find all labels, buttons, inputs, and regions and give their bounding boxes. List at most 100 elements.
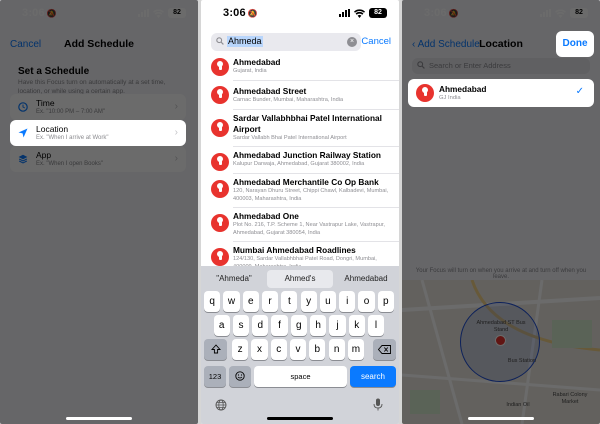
home-indicator: [468, 417, 534, 420]
location-title: Ahmedabad: [439, 84, 487, 94]
map-label: Ahmedabad ST Bus Stand: [476, 320, 526, 333]
divider: [233, 207, 399, 208]
key-q[interactable]: q: [204, 291, 221, 312]
screenshot-collage: 3:06 🔕 82 Cancel Add Schedule Set a Sched…: [0, 0, 600, 424]
key-y[interactable]: y: [300, 291, 317, 312]
suggestion-item[interactable]: Ahmed's: [267, 270, 333, 288]
key-g[interactable]: g: [290, 315, 307, 336]
chevron-right-icon: ›: [174, 153, 178, 164]
wifi-icon: [354, 8, 365, 18]
shift-key[interactable]: [204, 339, 227, 360]
checkmark-icon: ✓: [575, 86, 584, 97]
status-bar: 3:06 🔕 82: [402, 0, 600, 26]
key-b[interactable]: b: [309, 339, 326, 360]
search-icon: [216, 37, 224, 45]
key-z[interactable]: z: [232, 339, 249, 360]
battery-icon: 82: [570, 8, 588, 18]
address-search-input[interactable]: Search or Enter Address: [412, 58, 590, 74]
backspace-icon: [377, 345, 391, 354]
map-pin-icon: [211, 58, 229, 76]
page-title: Add Schedule: [63, 38, 134, 50]
key-j[interactable]: j: [329, 315, 346, 336]
selected-location-row[interactable]: Ahmedabad GJ India ✓: [408, 79, 594, 107]
bell-slash-icon: 🔕: [247, 9, 258, 18]
location-option[interactable]: Location Ex. "When I arrive at Work" ›: [10, 120, 186, 146]
key-p[interactable]: p: [377, 291, 394, 312]
backspace-key[interactable]: [373, 339, 396, 360]
map-pin-icon: [211, 153, 229, 171]
search-input[interactable]: Ahmeda ×: [211, 33, 361, 51]
result-subtitle: 120, Narayan Dhuru Street, Chippi Chawl,…: [233, 188, 389, 202]
key-o[interactable]: o: [358, 291, 375, 312]
signal-icon: [540, 9, 551, 17]
cancel-button[interactable]: Cancel: [361, 36, 391, 47]
key-s[interactable]: s: [232, 315, 250, 336]
key-m[interactable]: m: [347, 339, 365, 360]
key-n[interactable]: n: [328, 339, 345, 360]
option-example: Ex. "10:00 PM – 7:00 AM": [36, 109, 105, 115]
section-title: Set a Schedule: [18, 66, 90, 77]
result-title: Ahmedabad Street: [233, 86, 307, 96]
key-f[interactable]: f: [271, 315, 288, 336]
time-option[interactable]: Time Ex. "10:00 PM – 7:00 AM" ›: [10, 94, 186, 120]
app-option[interactable]: App Ex. "When I open Books" ›: [10, 146, 186, 172]
key-u[interactable]: u: [319, 291, 337, 312]
emoji-icon: [235, 371, 245, 381]
battery-icon: 82: [168, 8, 186, 18]
divider: [233, 80, 399, 81]
key-h[interactable]: h: [310, 315, 327, 336]
key-a[interactable]: a: [213, 315, 230, 336]
location-screen: 3:06 🔕 82 ‹ Add Schedule Location Search …: [402, 0, 600, 424]
status-bar: 3:06 🔕 82: [0, 0, 198, 26]
globe-icon[interactable]: [215, 399, 227, 411]
key-r[interactable]: r: [261, 291, 279, 312]
done-label: Done: [562, 38, 588, 49]
home-indicator: [66, 417, 132, 420]
key-v[interactable]: v: [289, 339, 307, 360]
result-title: Sardar Vallabhbhai Patel International A…: [233, 113, 382, 134]
status-bar: 3:06 🔕 82: [201, 0, 399, 26]
signal-icon: [339, 9, 350, 17]
nav-bar: Cancel Add Schedule: [0, 28, 198, 60]
add-schedule-sheet: Cancel Add Schedule Set a Schedule Have …: [0, 28, 198, 424]
search-key[interactable]: search: [350, 366, 396, 387]
divider: [233, 109, 399, 110]
map-pin-icon: [211, 86, 229, 104]
done-button[interactable]: Done: [556, 31, 594, 57]
clear-icon[interactable]: ×: [347, 37, 357, 47]
map-note: Your Focus will turn on when you arrive …: [415, 268, 587, 280]
suggestion-item[interactable]: "Ahmeda": [201, 274, 267, 283]
bell-slash-icon: 🔕: [46, 9, 57, 18]
key-w[interactable]: w: [223, 291, 240, 312]
bell-slash-icon: 🔕: [448, 9, 459, 18]
map-label: Rabari Colony Market: [552, 392, 588, 405]
location-arrow-icon: [18, 128, 28, 138]
wifi-icon: [153, 8, 164, 18]
divider: [233, 241, 399, 242]
microphone-icon[interactable]: [373, 398, 383, 411]
key-k[interactable]: k: [348, 315, 365, 336]
result-title: Ahmedabad One: [233, 211, 299, 221]
suggestion-item[interactable]: Ahmedabad: [333, 274, 399, 283]
map-pin-icon: [211, 180, 229, 198]
key-t[interactable]: t: [281, 291, 298, 312]
key-c[interactable]: c: [270, 339, 287, 360]
status-time: 3:06 🔕: [424, 7, 459, 19]
result-subtitle: Carnac Bunder, Mumbai, Maharashtra, Indi…: [233, 97, 344, 103]
result-subtitle: Plot No. 216, T.P. Scheme 1, Near Vastra…: [233, 222, 385, 236]
status-time: 3:06 🔕: [223, 7, 258, 19]
key-l[interactable]: l: [367, 315, 385, 336]
key-d[interactable]: d: [252, 315, 269, 336]
option-label: Location: [36, 124, 69, 134]
numbers-key[interactable]: 123: [204, 366, 226, 387]
key-e[interactable]: e: [242, 291, 259, 312]
result-title: Ahmedabad Junction Railway Station: [233, 150, 381, 160]
battery-icon: 82: [369, 8, 387, 18]
space-key[interactable]: space: [254, 366, 347, 387]
key-x[interactable]: x: [251, 339, 268, 360]
map-view[interactable]: Ahmedabad ST Bus Stand Bus Station Rabar…: [402, 280, 600, 424]
divider: [233, 173, 399, 174]
key-i[interactable]: i: [339, 291, 356, 312]
emoji-key[interactable]: [229, 366, 251, 387]
app-layers-icon: [18, 154, 28, 164]
